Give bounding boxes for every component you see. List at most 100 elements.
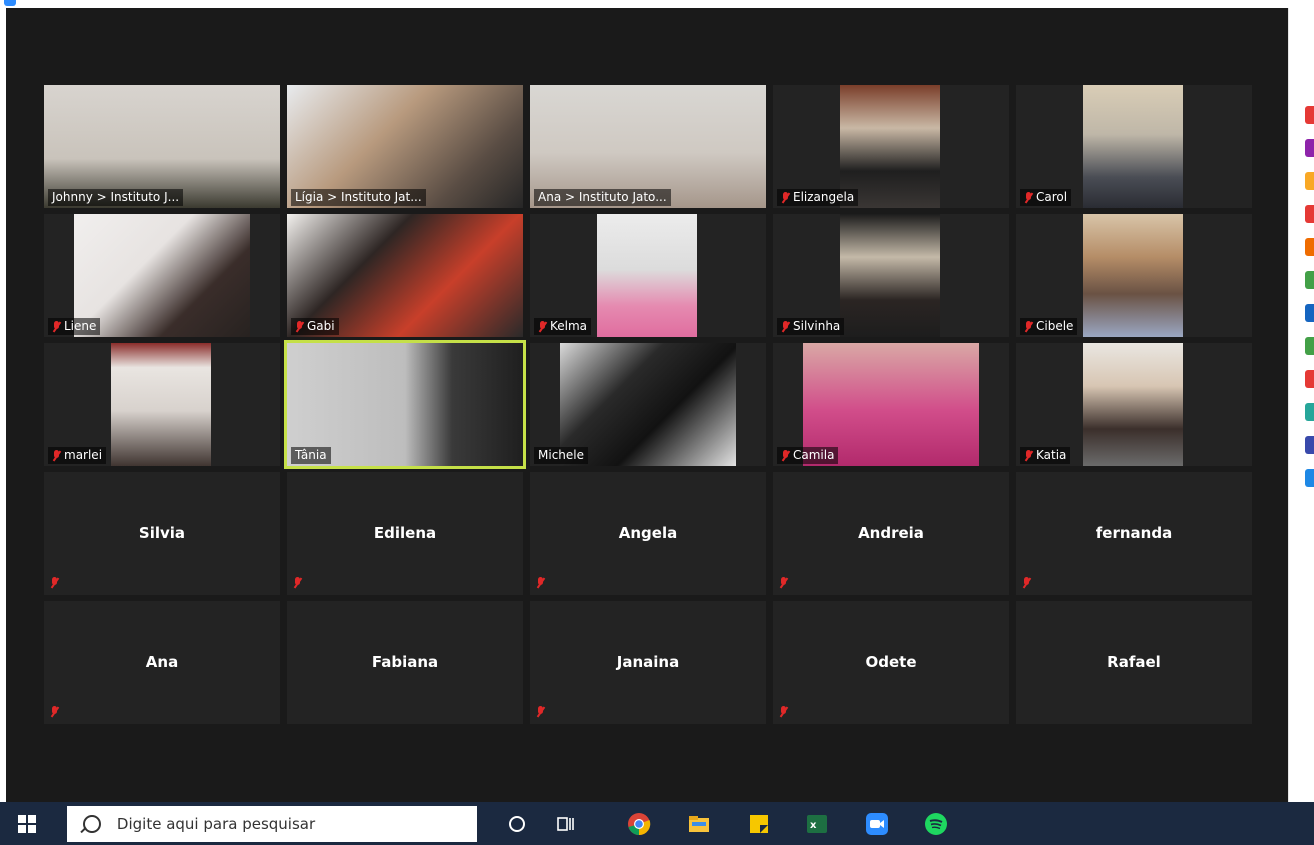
- video-tile[interactable]: Camila: [773, 343, 1009, 466]
- file-explorer-icon[interactable]: [687, 812, 711, 836]
- muted-mic-icon: [779, 706, 788, 718]
- video-tile[interactable]: Andreia: [773, 472, 1009, 595]
- participant-name-tag: Gabi: [291, 318, 339, 335]
- muted-mic-icon: [50, 577, 59, 589]
- muted-mic-icon: [538, 320, 547, 333]
- video-tile[interactable]: Edilena: [287, 472, 523, 595]
- participant-name-tag: Liene: [48, 318, 101, 335]
- video-tile[interactable]: Ana > Instituto Jato...: [530, 85, 766, 208]
- window-titlebar: [0, 0, 1314, 8]
- participant-list-avatar[interactable]: [1305, 106, 1314, 124]
- participant-name-tag: Michele: [534, 447, 588, 464]
- participant-name-tag: Elizangela: [777, 189, 859, 206]
- cortana-icon[interactable]: [505, 812, 529, 836]
- video-tile[interactable]: marlei: [44, 343, 280, 466]
- zoom-icon[interactable]: [865, 812, 889, 836]
- video-tile[interactable]: Tânia: [284, 340, 526, 469]
- muted-mic-icon: [536, 577, 545, 589]
- participant-name: Edilena: [373, 523, 437, 542]
- participant-name: Odete: [865, 652, 917, 671]
- muted-mic-icon: [536, 706, 545, 718]
- muted-mic-icon: [781, 320, 790, 333]
- video-tile[interactable]: Silvinha: [773, 214, 1009, 337]
- muted-mic-icon: [52, 449, 61, 462]
- participant-name-tag: Katia: [1020, 447, 1071, 464]
- participant-name-tag: Tânia: [291, 447, 331, 464]
- zoom-app-icon: [4, 0, 16, 6]
- video-tile[interactable]: Liene: [44, 214, 280, 337]
- video-tile[interactable]: Silvia: [44, 472, 280, 595]
- video-tile[interactable]: Gabi: [287, 214, 523, 337]
- participant-list-avatar[interactable]: [1305, 139, 1314, 157]
- muted-mic-icon: [52, 320, 61, 333]
- participant-video: [111, 343, 211, 466]
- video-tile[interactable]: Lígia > Instituto Jat...: [287, 85, 523, 208]
- spotify-icon[interactable]: [924, 812, 948, 836]
- windows-taskbar: x: [0, 802, 1314, 845]
- participant-video: [840, 214, 940, 337]
- participant-list-avatar[interactable]: [1305, 436, 1314, 454]
- search-icon: [83, 815, 101, 833]
- participant-name: Janaina: [616, 652, 680, 671]
- video-gallery: Johnny > Instituto J... Lígia > Institut…: [6, 8, 1288, 802]
- participant-list-avatar[interactable]: [1305, 304, 1314, 322]
- video-tile[interactable]: Katia: [1016, 343, 1252, 466]
- participant-name: fernanda: [1095, 523, 1173, 542]
- participant-list-avatar[interactable]: [1305, 172, 1314, 190]
- windows-start-button[interactable]: [18, 815, 36, 833]
- video-tile[interactable]: Angela: [530, 472, 766, 595]
- muted-mic-icon: [781, 449, 790, 462]
- participant-video: [1083, 85, 1183, 208]
- participant-name-tag: Silvinha: [777, 318, 845, 335]
- participant-name-tag: marlei: [48, 447, 107, 464]
- participant-list-avatar[interactable]: [1305, 370, 1314, 388]
- taskbar-search-box[interactable]: [67, 806, 477, 842]
- participant-name-tag: Carol: [1020, 189, 1072, 206]
- video-tile[interactable]: Elizangela: [773, 85, 1009, 208]
- muted-mic-icon: [295, 320, 304, 333]
- participant-list-avatar[interactable]: [1305, 271, 1314, 289]
- sticky-notes-icon[interactable]: [747, 812, 771, 836]
- muted-mic-icon: [1022, 577, 1031, 589]
- video-tile[interactable]: Janaina: [530, 601, 766, 724]
- participant-video: [1083, 343, 1183, 466]
- participant-list-avatar[interactable]: [1305, 337, 1314, 355]
- participant-name-tag: Ana > Instituto Jato...: [534, 189, 671, 206]
- muted-mic-icon: [293, 577, 302, 589]
- participant-name: Ana: [145, 652, 179, 671]
- participant-list-avatar[interactable]: [1305, 403, 1314, 421]
- participant-list-avatar[interactable]: [1305, 205, 1314, 223]
- video-tile[interactable]: Michele: [530, 343, 766, 466]
- task-view-icon[interactable]: [554, 812, 578, 836]
- participant-name: Andreia: [858, 523, 924, 542]
- video-tile[interactable]: Kelma: [530, 214, 766, 337]
- participant-name-tag: Cibele: [1020, 318, 1078, 335]
- video-tile[interactable]: Carol: [1016, 85, 1252, 208]
- participant-list-avatar[interactable]: [1305, 238, 1314, 256]
- muted-mic-icon: [1024, 320, 1033, 333]
- muted-mic-icon: [1024, 449, 1033, 462]
- video-tile[interactable]: Odete: [773, 601, 1009, 724]
- participants-sidebar: [1288, 8, 1314, 802]
- participant-name-tag: Camila: [777, 447, 839, 464]
- chrome-icon[interactable]: [627, 812, 651, 836]
- participant-name: Rafael: [1107, 652, 1161, 671]
- svg-text:x: x: [810, 820, 817, 831]
- participant-name: Fabiana: [371, 652, 439, 671]
- video-tile[interactable]: fernanda: [1016, 472, 1252, 595]
- video-tile[interactable]: Rafael: [1016, 601, 1252, 724]
- participant-list-avatar[interactable]: [1305, 469, 1314, 487]
- video-tile[interactable]: Johnny > Instituto J...: [44, 85, 280, 208]
- participant-video: [597, 214, 697, 337]
- video-tile[interactable]: Fabiana: [287, 601, 523, 724]
- participant-name-tag: Johnny > Instituto J...: [48, 189, 184, 206]
- participant-video: [1083, 214, 1183, 337]
- participant-name-tag: Lígia > Instituto Jat...: [291, 189, 426, 206]
- video-tile[interactable]: Cibele: [1016, 214, 1252, 337]
- muted-mic-icon: [779, 577, 788, 589]
- muted-mic-icon: [50, 706, 59, 718]
- excel-icon[interactable]: x: [805, 812, 829, 836]
- taskbar-search-input[interactable]: [114, 814, 477, 834]
- muted-mic-icon: [1024, 191, 1033, 204]
- video-tile[interactable]: Ana: [44, 601, 280, 724]
